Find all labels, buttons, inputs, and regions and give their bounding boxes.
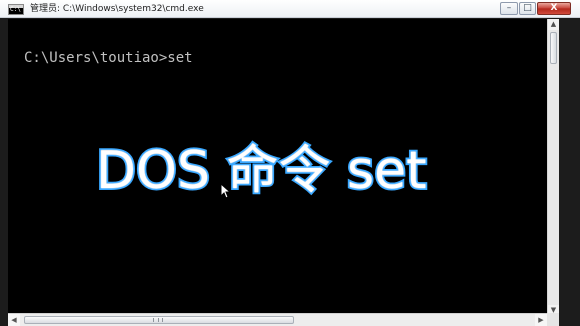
scroll-up-arrow[interactable]: ▲ <box>548 19 559 30</box>
horizontal-scroll-thumb[interactable] <box>24 316 294 324</box>
vertical-scrollbar[interactable]: ▲ ▼ <box>547 19 559 316</box>
close-button[interactable]: X <box>537 2 571 15</box>
scrollbar-corner <box>547 313 559 326</box>
scroll-grip-icon <box>153 318 163 322</box>
scroll-left-arrow[interactable]: ◀ <box>8 314 20 326</box>
vertical-scroll-thumb[interactable] <box>550 32 557 64</box>
scroll-right-arrow[interactable]: ▶ <box>535 314 547 326</box>
maximize-button[interactable]: □ <box>519 2 536 15</box>
mouse-pointer-icon <box>220 183 230 199</box>
horizontal-scrollbar[interactable]: ◀ ▶ <box>8 313 547 326</box>
command-prompt-line: C:\Users\toutiao>set <box>24 50 193 66</box>
title-bar[interactable]: 管理员: C:\Windows\system32\cmd.exe – □ X <box>0 0 580 18</box>
video-title-overlay: DOS 命令 set DOS 命令 set <box>94 136 476 206</box>
window-title: 管理员: C:\Windows\system32\cmd.exe <box>30 4 204 14</box>
cmd-window: 管理员: C:\Windows\system32\cmd.exe – □ X C… <box>0 0 580 326</box>
overlay-fill-text: DOS 命令 set <box>96 141 427 201</box>
minimize-button[interactable]: – <box>500 2 518 15</box>
cmd-app-icon[interactable] <box>8 4 24 15</box>
